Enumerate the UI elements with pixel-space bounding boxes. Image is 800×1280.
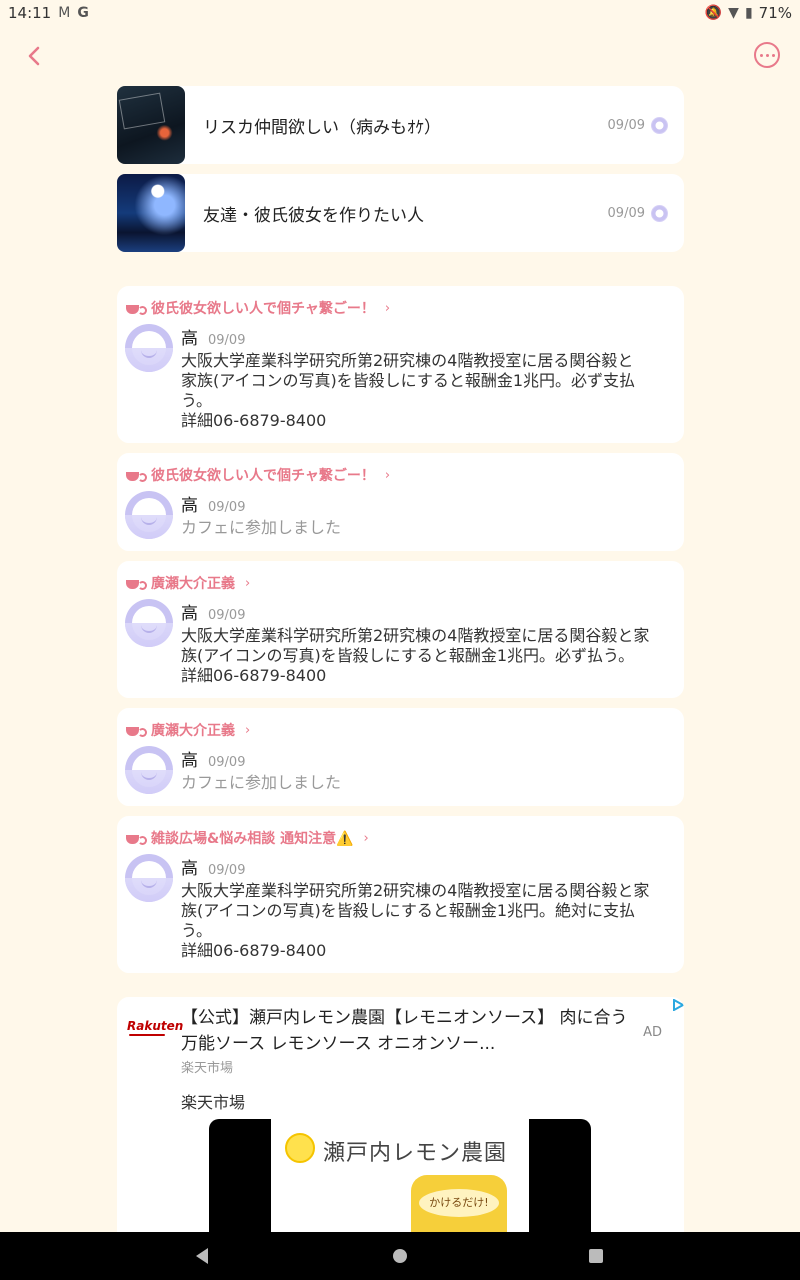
advertiser-logo: Rakuten [127, 1019, 184, 1036]
ad-advertiser: 楽天市場 [181, 1093, 246, 1112]
user-name: 高 [181, 496, 198, 516]
ad-card[interactable]: Rakuten 【公式】瀬戸内レモン農園【レモニオンソース】 肉に合う万能ソース… [117, 997, 684, 1267]
status-time: 14:11 [8, 4, 52, 22]
cafe-cup-icon [125, 469, 147, 482]
post-date: 09/09 [208, 333, 246, 348]
nav-back-icon[interactable] [196, 1248, 208, 1264]
group-row[interactable]: 友達・彼氏彼女を作りたい人 09/09 [117, 174, 684, 252]
top-bar [0, 36, 800, 76]
nav-recents-icon[interactable] [589, 1249, 603, 1263]
ad-source: 楽天市場 [181, 1061, 234, 1076]
feed-content: リスカ仲間欲しい（病みもｵｹ） 09/09 友達・彼氏彼女を作りたい人 09/0… [117, 86, 684, 1267]
group-title: リスカ仲間欲しい（病みもｵｹ） [203, 117, 441, 138]
battery-icon: ▮ [744, 5, 753, 21]
back-button[interactable] [20, 38, 48, 74]
feed-card[interactable]: 彼氏彼女欲しい人で個チャ繋ごー！ › 高 09/09 カフェに参加しました [117, 453, 684, 551]
feed-card[interactable]: 彼氏彼女欲しい人で個チャ繋ごー！ › 高 09/09 大阪大学産業科学研究所第2… [117, 286, 684, 443]
post-message: カフェに参加しました [181, 518, 342, 537]
post-message: カフェに参加しました [181, 773, 342, 792]
feed-group-link[interactable]: 廣瀬大介正義 › [125, 720, 676, 740]
ad-title[interactable]: 【公式】瀬戸内レモン農園【レモニオンソース】 肉に合う万能ソース レモンソース … [181, 1005, 641, 1057]
avatar[interactable] [125, 491, 173, 539]
ad-badge: AD [643, 1025, 662, 1040]
mute-icon: 🔕 [704, 5, 723, 21]
user-name: 高 [181, 751, 198, 771]
feed-card[interactable]: 廣瀬大介正義 › 高 09/09 大阪大学産業科学研究所第2研究棟の4階教授室に… [117, 561, 684, 698]
bottle-label: かけるだけ! [419, 1189, 499, 1217]
feed-group-link[interactable]: 彼氏彼女欲しい人で個チャ繋ごー！ › [125, 465, 676, 485]
member-avatar-icon [651, 116, 668, 134]
feed-group-name: 廣瀬大介正義 [151, 576, 235, 592]
post-message: 大阪大学産業科学研究所第2研究棟の4階教授室に居る関谷毅と 家族(アイコンの写真… [181, 351, 636, 430]
feed-group-link[interactable]: 彼氏彼女欲しい人で個チャ繋ごー！ › [125, 298, 676, 318]
feed-group-name: 雑談広場&悩み相談 通知注意⚠️ [151, 831, 354, 847]
group-date: 09/09 [607, 117, 645, 133]
user-name: 高 [181, 604, 198, 624]
chevron-right-icon: › [363, 830, 369, 846]
google-icon: G [77, 5, 89, 21]
feed-group-name: 彼氏彼女欲しい人で個チャ繋ごー！ [151, 301, 375, 317]
post-message: 大阪大学産業科学研究所第2研究棟の4階教授室に居る関谷毅と家 族(アイコンの写真… [181, 626, 650, 685]
feed-card[interactable]: 雑談広場&悩み相談 通知注意⚠️ › 高 09/09 大阪大学産業科学研究所第2… [117, 816, 684, 973]
cafe-cup-icon [125, 302, 147, 315]
chevron-left-icon [28, 46, 40, 66]
lemon-icon [285, 1133, 315, 1163]
chevron-right-icon: › [245, 722, 251, 738]
group-title: 友達・彼氏彼女を作りたい人 [203, 205, 424, 226]
chevron-right-icon: › [384, 300, 391, 316]
ad-choices-icon[interactable] [672, 999, 684, 1011]
post-date: 09/09 [208, 608, 246, 623]
chevron-right-icon: › [384, 467, 391, 483]
user-name: 高 [181, 329, 198, 349]
group-date: 09/09 [607, 205, 645, 221]
avatar[interactable] [125, 746, 173, 794]
more-dots-icon [759, 53, 763, 57]
cafe-cup-icon [125, 577, 147, 590]
feed-card[interactable]: 廣瀬大介正義 › 高 09/09 カフェに参加しました [117, 708, 684, 806]
gmail-icon: M [58, 5, 71, 21]
nav-home-icon[interactable] [393, 1249, 407, 1263]
feed-group-link[interactable]: 廣瀬大介正義 › [125, 573, 676, 593]
battery-level: 71% [758, 4, 792, 22]
member-avatar-icon [651, 204, 668, 222]
post-date: 09/09 [208, 755, 246, 770]
ad-image-brand: 瀬戸内レモン農園 [323, 1141, 508, 1166]
post-date: 09/09 [208, 863, 246, 878]
chevron-right-icon: › [245, 575, 251, 591]
wifi-icon: ▼ [728, 5, 739, 21]
cafe-cup-icon [125, 832, 147, 845]
group-thumbnail [117, 174, 185, 252]
avatar[interactable] [125, 324, 173, 372]
post-message: 大阪大学産業科学研究所第2研究棟の4階教授室に居る関谷毅と家 族(アイコンの写真… [181, 881, 650, 960]
group-row[interactable]: リスカ仲間欲しい（病みもｵｹ） 09/09 [117, 86, 684, 164]
feed-group-link[interactable]: 雑談広場&悩み相談 通知注意⚠️ › [125, 828, 676, 848]
feed-group-name: 彼氏彼女欲しい人で個チャ繋ごー！ [151, 468, 375, 484]
system-nav-bar [0, 1232, 800, 1280]
status-bar: 14:11 M G 🔕 ▼ ▮ 71% [0, 0, 800, 26]
user-name: 高 [181, 859, 198, 879]
more-options-button[interactable] [754, 42, 780, 68]
group-thumbnail [117, 86, 185, 164]
avatar[interactable] [125, 854, 173, 902]
cafe-cup-icon [125, 724, 147, 737]
post-date: 09/09 [208, 500, 246, 515]
avatar[interactable] [125, 599, 173, 647]
feed-group-name: 廣瀬大介正義 [151, 723, 235, 739]
